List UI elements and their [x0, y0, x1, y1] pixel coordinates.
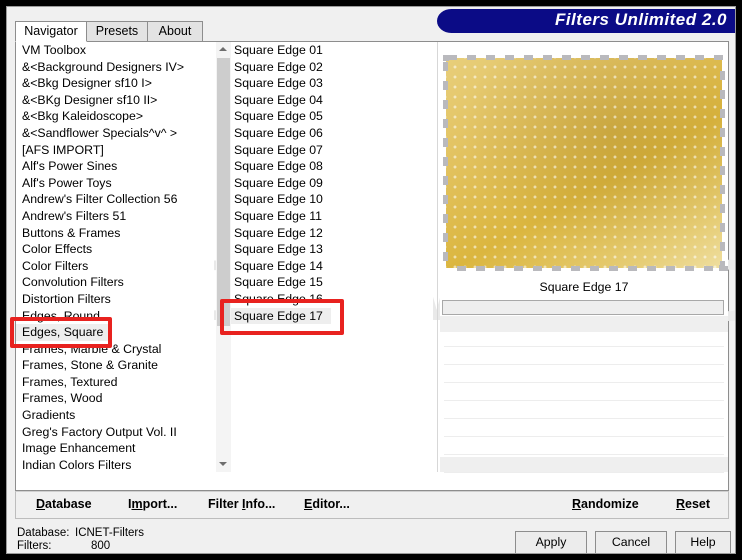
category-item[interactable]: Frames, Wood [16, 390, 214, 407]
filter-item[interactable]: Square Edge 09 [228, 175, 433, 192]
category-list[interactable]: VM Toolbox &<Background Designers IV> &<Bk… [16, 42, 214, 472]
preview-pane: Square Edge 17 [440, 42, 728, 473]
preview-caption: Square Edge 17 [539, 280, 629, 294]
category-item[interactable]: &<Sandflower Specials^v^ > [16, 125, 214, 142]
category-item[interactable]: Greg's Factory Output Vol. II [16, 424, 214, 441]
filter-item[interactable]: Square Edge 01 [228, 42, 433, 59]
filter-item[interactable]: Square Edge 06 [228, 125, 433, 142]
filter-item[interactable]: Square Edge 17 [228, 307, 331, 325]
parameter-row [444, 454, 724, 455]
category-item[interactable]: Distortion Filters [16, 291, 214, 308]
parameter-band [440, 316, 728, 332]
tab-about[interactable]: About [147, 21, 203, 42]
category-list-scrollbar[interactable] [216, 42, 231, 472]
category-item[interactable]: &<BKg Designer sf10 II> [16, 92, 214, 109]
filter-item[interactable]: Square Edge 13 [228, 241, 433, 258]
apply-button[interactable]: Apply [515, 531, 587, 553]
category-item[interactable]: Andrew's Filters 51 [16, 208, 214, 225]
category-item[interactable]: Buttons & Frames [16, 225, 214, 242]
tab-navigator[interactable]: Navigator [15, 21, 87, 42]
category-item[interactable]: Alf's Power Toys [16, 175, 214, 192]
category-item[interactable]: Alf's Power Sines [16, 158, 214, 175]
category-item[interactable]: VM Toolbox [16, 42, 214, 59]
chevron-up-icon [219, 47, 227, 51]
status-area: Database: ICNET-Filters Filters: 800 [17, 527, 144, 553]
status-filters-value: 800 [91, 540, 111, 552]
filter-item[interactable]: Square Edge 12 [228, 225, 433, 242]
category-item[interactable]: &<Bkg Kaleidoscope> [16, 108, 214, 125]
filters-unlimited-window: Filters Unlimited 2.0 Navigator Presets Ab… [6, 6, 736, 554]
menu-import[interactable]: Import... [128, 497, 177, 511]
menu-bar: Database Import... Filter Info... Editor… [15, 491, 729, 519]
parameter-row [444, 382, 724, 383]
filter-item[interactable]: Square Edge 15 [228, 274, 433, 291]
parameter-rows [440, 332, 728, 473]
category-item[interactable]: Color Filters [16, 258, 214, 275]
category-item[interactable]: Frames, Stone & Granite [16, 357, 214, 374]
category-item[interactable]: Edges, Square [16, 324, 112, 341]
chevron-down-icon [219, 462, 227, 466]
cancel-button[interactable]: Cancel [595, 531, 667, 553]
category-item[interactable]: Frames, Marble & Crystal [16, 341, 214, 358]
filter-list[interactable]: Square Edge 01 Square Edge 02 Square Edge … [228, 42, 433, 472]
menu-filter-info[interactable]: Filter Info... [208, 497, 275, 511]
tab-presets[interactable]: Presets [86, 21, 148, 42]
menu-editor[interactable]: Editor... [304, 497, 350, 511]
status-database-label: Database: [17, 527, 70, 539]
preview-image [443, 55, 725, 271]
tab-strip: Navigator Presets About [15, 21, 729, 42]
list-divider-right [437, 42, 438, 472]
parameter-row [444, 436, 724, 437]
parameter-slot[interactable] [442, 300, 724, 315]
filter-item[interactable]: Square Edge 16 [228, 291, 433, 308]
scroll-down-button[interactable] [216, 457, 231, 472]
category-item[interactable]: Color Effects [16, 241, 214, 258]
filter-item[interactable]: Square Edge 14 [228, 258, 433, 275]
status-filters-label: Filters: [17, 540, 52, 552]
category-item[interactable]: Indian Colors Filters [16, 457, 214, 472]
filter-item[interactable]: Square Edge 02 [228, 59, 433, 76]
filter-item[interactable]: Square Edge 03 [228, 75, 433, 92]
filter-item[interactable]: Square Edge 05 [228, 108, 433, 125]
main-panel: DEMO VERSION VM Toolbox&<Background Desi… [15, 41, 735, 491]
scrollbar-thumb[interactable] [217, 58, 230, 326]
category-item[interactable]: &<Bkg Designer sf10 I> [16, 75, 214, 92]
preview-box[interactable] [440, 52, 728, 274]
filter-item[interactable]: Square Edge 10 [228, 191, 433, 208]
filter-item[interactable]: Square Edge 07 [228, 142, 433, 159]
category-item[interactable]: Edges, Round [16, 308, 214, 325]
parameter-bottom-band [440, 457, 728, 472]
category-item[interactable]: Convolution Filters [16, 274, 214, 291]
screenshot-root: Filters Unlimited 2.0 Navigator Presets Ab… [0, 0, 742, 560]
category-item[interactable]: Gradients [16, 407, 214, 424]
category-item[interactable]: Image Enhancement [16, 440, 214, 457]
help-button[interactable]: Help [675, 531, 731, 553]
status-database-value: ICNET-Filters [75, 527, 144, 539]
parameter-row [444, 400, 724, 401]
menu-database[interactable]: Database [36, 497, 92, 511]
menu-reset[interactable]: Reset [676, 497, 710, 511]
filter-item[interactable]: Square Edge 08 [228, 158, 433, 175]
category-item[interactable]: Frames, Textured [16, 374, 214, 391]
parameter-row [444, 364, 724, 365]
category-item[interactable]: &<Background Designers IV> [16, 59, 214, 76]
category-item[interactable]: [AFS IMPORT] [16, 142, 214, 159]
menu-randomize[interactable]: Randomize [572, 497, 639, 511]
category-item[interactable]: Andrew's Filter Collection 56 [16, 191, 214, 208]
filter-item[interactable]: Square Edge 11 [228, 208, 433, 225]
scroll-up-button[interactable] [216, 42, 231, 57]
parameter-row [444, 472, 724, 473]
filter-item[interactable]: Square Edge 04 [228, 92, 433, 109]
parameter-row [444, 418, 724, 419]
parameter-row [444, 346, 724, 347]
